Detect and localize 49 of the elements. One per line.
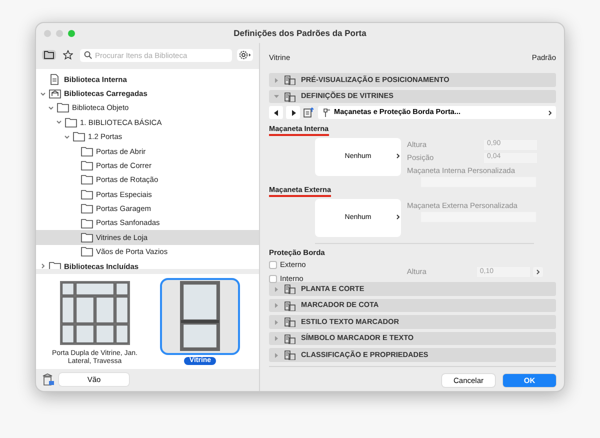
folder-icon [81,174,93,186]
chevron-down-icon[interactable] [48,104,54,111]
stepper-button[interactable] [532,267,543,277]
chevron-down-icon[interactable] [40,90,46,97]
chevron-right-icon [396,153,400,159]
section-icon [284,92,296,102]
triangle-right-icon [274,336,279,341]
triangle-down-icon [274,94,279,99]
handle-icon [322,108,330,118]
folder-icon [73,131,85,142]
triangle-right-icon [274,320,279,324]
triangle-right-icon [274,78,279,82]
folder-icon [81,188,93,200]
checkbox[interactable] [269,261,277,269]
folder-icon [65,116,77,128]
page-list-icon[interactable] [303,107,315,118]
door-thumbnail[interactable] [160,278,240,355]
folder-icon [57,102,69,114]
triangle-right-icon [274,303,279,308]
chevron-down-icon[interactable] [64,134,70,140]
section-icon [284,350,296,360]
checkbox[interactable] [269,275,277,283]
section-icon [284,284,296,294]
chevron-right-icon [548,110,552,116]
section-icon [284,334,296,344]
settings-button[interactable] [237,49,253,61]
window-title: Definições dos Padrões da Porta [234,28,366,38]
section-icon [284,300,296,310]
chevron-right-icon[interactable] [40,263,46,269]
folder-icon [81,232,93,243]
favorites-button[interactable] [61,49,75,61]
library-icon [49,88,61,100]
chevron-right-icon [396,214,400,220]
triangle-right-icon [274,352,279,358]
document-icon [49,74,61,85]
folder-view-button[interactable] [42,50,56,60]
section-icon [284,75,296,85]
triangle-right-icon [274,286,279,292]
library-icon[interactable] [42,373,56,386]
folder-icon [81,160,93,172]
chevron-down-icon[interactable] [56,119,62,126]
previous-page-button[interactable] [269,106,283,120]
section-icon [284,317,296,327]
chevron-right-icon [536,269,540,275]
folder-icon [81,203,93,214]
triangle-right-icon [290,110,296,116]
triangle-left-icon [274,110,278,116]
folder-icon [81,146,93,157]
next-page-button[interactable] [286,106,300,120]
